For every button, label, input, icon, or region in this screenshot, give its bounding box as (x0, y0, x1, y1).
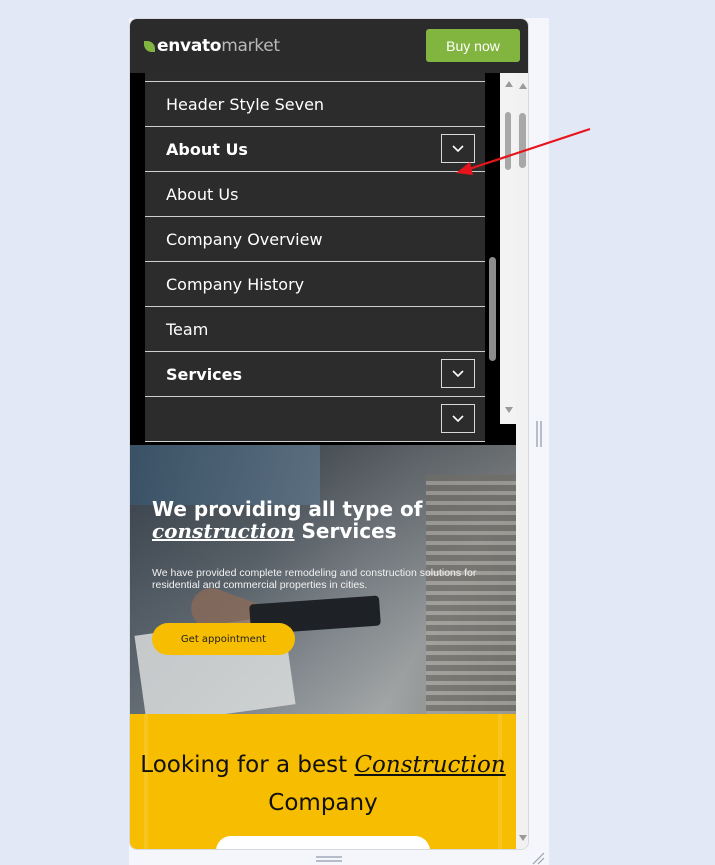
hero-image-blinds (426, 475, 516, 714)
chevron-down-icon (452, 144, 464, 152)
resize-grip-horizontal[interactable] (316, 856, 342, 862)
menu-scrollbar-track[interactable] (485, 73, 501, 424)
cta-button[interactable] (216, 836, 430, 849)
menu-item-label: Team (166, 319, 209, 339)
cta-section: Looking for a best Construction Company (130, 714, 516, 849)
scroll-up-icon[interactable] (505, 81, 513, 87)
menu-item[interactable]: Company History (145, 262, 485, 307)
cta-title-line1: Looking for a best Construction (130, 746, 516, 784)
menu-item-label: Services (166, 364, 243, 384)
menu-item[interactable]: About Us (145, 172, 485, 217)
hero-description: We have provided complete remodeling and… (152, 567, 477, 591)
menu-item[interactable]: Team (145, 307, 485, 352)
menu-item[interactable]: Services (145, 352, 485, 397)
menu-item-label: About Us (166, 139, 248, 159)
scroll-down-icon[interactable] (505, 407, 513, 413)
menu-item-label: Company Overview (166, 229, 323, 249)
page-scrollbar-track[interactable] (516, 73, 528, 849)
submenu-toggle[interactable] (441, 359, 475, 388)
menu-list: Header Style Six Header Style Seven About … (145, 73, 485, 442)
logo-text-envato: envato (157, 36, 222, 56)
buy-now-button[interactable]: Buy now (426, 29, 520, 62)
leaf-icon (144, 40, 155, 52)
menu-scrollbar-thumb[interactable] (489, 257, 496, 361)
menu-item[interactable]: Header Style Seven (145, 82, 485, 127)
hero-title-rest: Services (294, 519, 397, 543)
chevron-down-icon (452, 369, 464, 377)
chevron-down-icon (452, 414, 464, 422)
menu-item[interactable]: Company Overview (145, 217, 485, 262)
menu-item[interactable] (145, 397, 485, 442)
menu-item-label: About Us (166, 184, 239, 204)
hero-title-italic: construction (152, 519, 295, 543)
page-scrollbar-thumb[interactable] (519, 113, 526, 168)
resize-grip-vertical[interactable] (536, 421, 542, 447)
page-scroll-down-icon[interactable] (519, 835, 527, 841)
cta-title-italic: Construction (354, 752, 506, 778)
get-appointment-button[interactable]: Get appointment (152, 623, 295, 655)
hero-image-shirt (130, 445, 320, 505)
hero-title-line1: We providing all type of (152, 497, 423, 521)
menu-item[interactable]: Header Style Six (145, 73, 485, 82)
menu-item-label: Header Style Seven (166, 94, 325, 114)
menu-item-label: Company History (166, 274, 305, 294)
menu-item[interactable]: About Us (145, 127, 485, 172)
hero-title-line2: construction Services (152, 520, 422, 542)
logo-text-market: market (221, 36, 280, 56)
mobile-menu: Header Style Six Header Style Seven About … (130, 73, 516, 445)
hero-title: We providing all type of construction Se… (152, 498, 422, 542)
hero-banner: We providing all type of construction Se… (130, 445, 516, 714)
mobile-preview: envato market Buy now Header Style SixHe… (129, 18, 529, 850)
submenu-toggle[interactable] (441, 134, 475, 163)
envato-topbar: envato market Buy now (130, 19, 528, 73)
cta-title-prefix: Looking for a best (140, 752, 355, 778)
page-scroll-up-icon[interactable] (519, 83, 527, 89)
resize-corner-icon[interactable] (531, 851, 545, 865)
cta-title-line2: Company (268, 790, 378, 816)
envato-logo[interactable]: envato market (144, 36, 280, 56)
submenu-toggle[interactable] (441, 404, 475, 433)
cta-title: Looking for a best Construction Company (130, 746, 516, 822)
frame-scrollbar-thumb[interactable] (505, 112, 511, 170)
